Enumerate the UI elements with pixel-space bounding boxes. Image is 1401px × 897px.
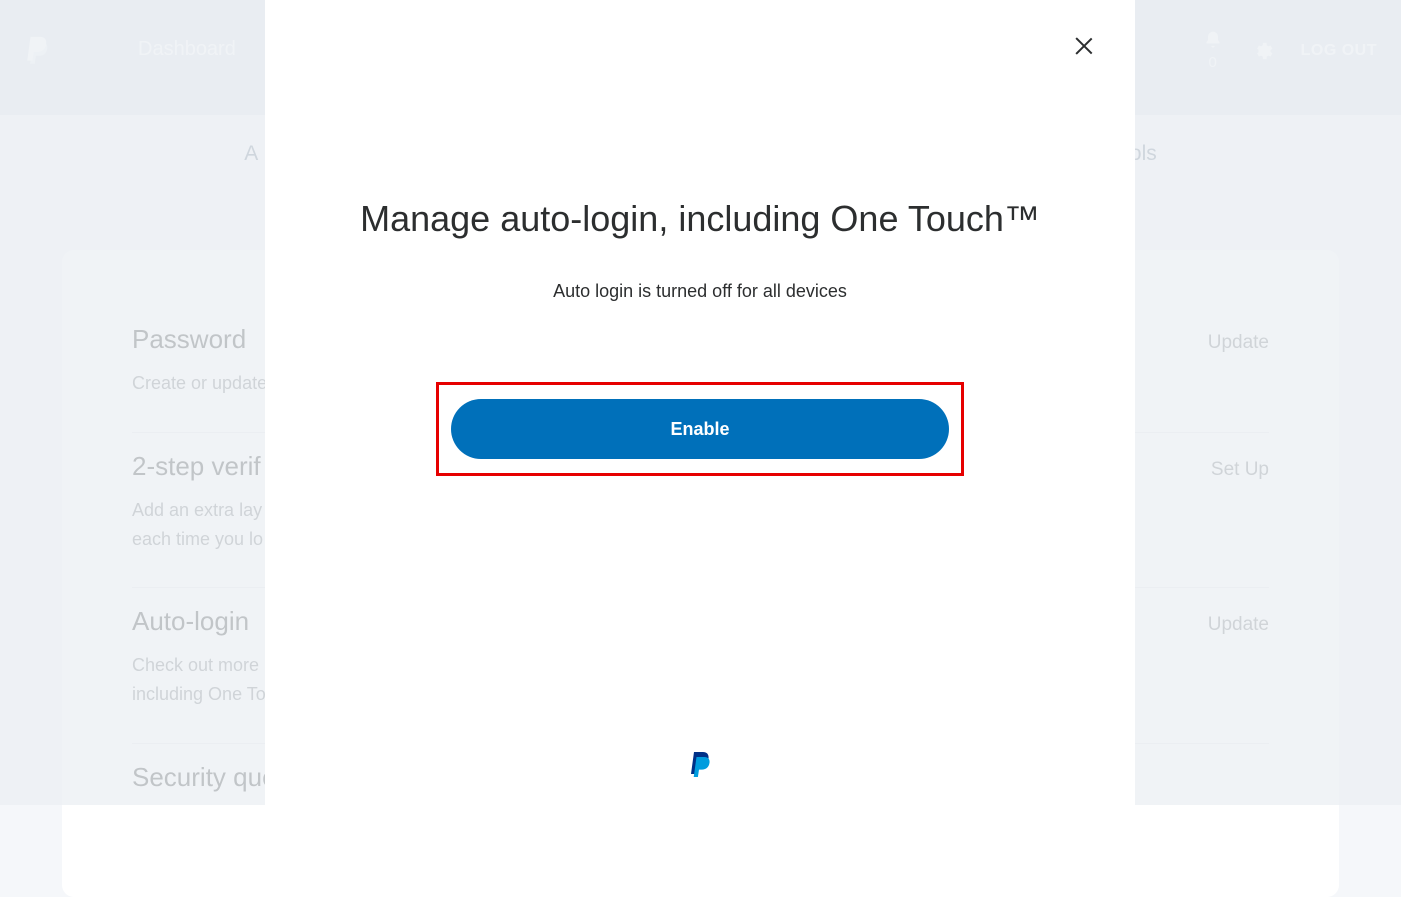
close-icon[interactable]: [1073, 35, 1095, 57]
modal-title: Manage auto-login, including One Touch™: [265, 196, 1135, 243]
modal-footer-logo: [688, 752, 712, 785]
enable-button[interactable]: Enable: [451, 399, 949, 459]
modal-content: Manage auto-login, including One Touch™ …: [265, 0, 1135, 302]
paypal-logo-icon: [688, 752, 712, 780]
modal-subtitle: Auto login is turned off for all devices: [265, 281, 1135, 302]
highlight-annotation: Enable: [436, 382, 964, 476]
auto-login-modal: Manage auto-login, including One Touch™ …: [265, 0, 1135, 805]
